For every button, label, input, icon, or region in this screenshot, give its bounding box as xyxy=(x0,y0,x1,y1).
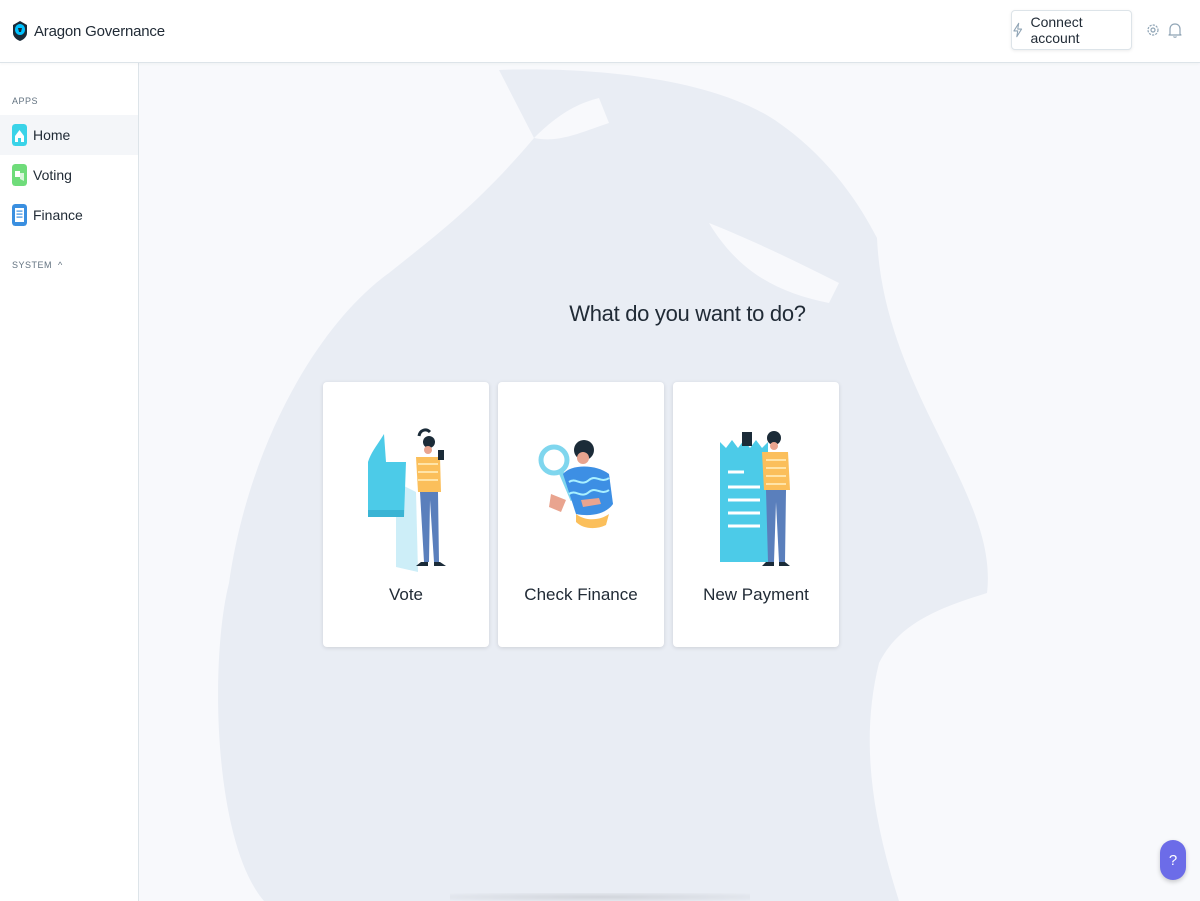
new-payment-card-label: New Payment xyxy=(703,585,809,604)
app-name: Aragon Governance xyxy=(34,22,165,40)
chevron-up-icon: ^ xyxy=(58,260,63,270)
main-content: What do you want to do? Vote Check Finan… xyxy=(139,63,1200,901)
apps-section-label: APPS xyxy=(12,96,39,106)
brand[interactable]: Aragon Governance xyxy=(12,20,165,42)
system-section-label: SYSTEM xyxy=(12,260,53,270)
page-headline: What do you want to do? xyxy=(569,301,806,326)
bottom-shadow xyxy=(450,893,750,901)
top-bar: Aragon Governance Connect account xyxy=(0,0,1200,63)
system-section-toggle[interactable]: SYSTEM ^ xyxy=(12,260,63,270)
home-app-icon xyxy=(12,124,27,146)
aragon-logo-icon xyxy=(13,21,27,41)
vote-card-label: Vote xyxy=(388,585,424,604)
sidebar-item-home[interactable]: Home xyxy=(0,115,138,155)
bolt-icon xyxy=(1013,22,1023,38)
thumbs-up-illustration xyxy=(368,428,446,572)
voting-app-icon xyxy=(12,164,27,186)
sidebar-item-label: Voting xyxy=(33,167,72,183)
sidebar-item-label: Finance xyxy=(33,207,83,223)
connect-account-label: Connect account xyxy=(1030,14,1083,46)
new-payment-card[interactable]: New Payment xyxy=(673,382,839,647)
help-button[interactable]: ? xyxy=(1160,840,1186,880)
sidebar-item-label: Home xyxy=(33,127,71,143)
check-finance-card-label: Check Finance xyxy=(524,585,638,604)
sidebar-item-voting[interactable]: Voting xyxy=(0,155,138,195)
receipt-illustration xyxy=(720,431,790,566)
magnifier-illustration xyxy=(538,440,613,529)
gear-icon[interactable] xyxy=(1145,21,1161,39)
vote-card[interactable]: Vote xyxy=(323,382,489,647)
aragon-watermark-illustration xyxy=(218,69,988,901)
bell-icon[interactable] xyxy=(1167,21,1183,39)
check-finance-card[interactable]: Check Finance xyxy=(498,382,664,647)
sidebar-item-finance[interactable]: Finance xyxy=(0,195,138,235)
connect-account-button[interactable]: Connect account xyxy=(1011,10,1132,50)
sidebar: APPS Home Voting Finance SYSTEM ^ xyxy=(0,63,139,901)
finance-app-icon xyxy=(12,204,27,226)
help-label: ? xyxy=(1168,851,1178,869)
